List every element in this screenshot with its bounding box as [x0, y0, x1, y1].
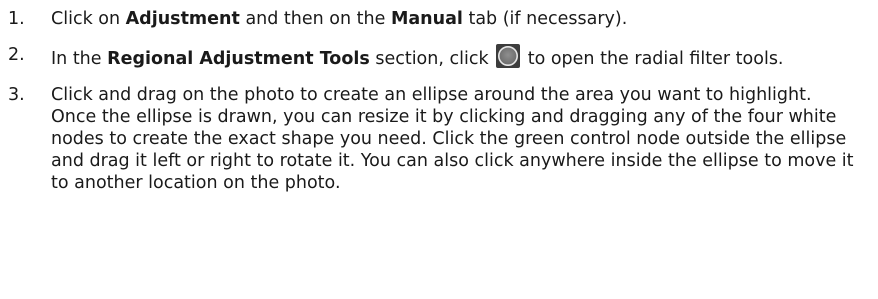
- step-text-segment: and then on the: [239, 9, 391, 29]
- radial-filter-icon: [496, 44, 521, 68]
- step-number: 3.: [8, 85, 25, 105]
- step-text-segment: to open the radial filter tools.: [522, 49, 784, 69]
- step-1: 1. Click on Adjustment and then on the M…: [0, 8, 878, 30]
- step-3: 3. Click and drag on the photo to create…: [0, 84, 878, 194]
- instructions-document: 1. Click on Adjustment and then on the M…: [0, 0, 878, 299]
- step-text-segment: tab (if necessary).: [462, 9, 628, 29]
- ui-term-manual: Manual: [390, 9, 463, 29]
- step-text: Click and drag on the photo to create an…: [51, 85, 854, 193]
- step-text-segment: section, click: [369, 49, 495, 69]
- ui-term-adjustment: Adjustment: [125, 9, 240, 29]
- step-text-segment: In the: [51, 49, 108, 69]
- step-number: 2.: [8, 45, 25, 65]
- step-text: Click on Adjustment and then on the Manu…: [51, 8, 878, 30]
- step-2: 2. In the Regional Adjustment Tools sect…: [0, 44, 878, 70]
- ui-term-regional-adjustment-tools: Regional Adjustment Tools: [107, 49, 370, 69]
- step-number: 1.: [8, 9, 25, 29]
- step-text-segment: Click on: [51, 9, 126, 29]
- step-text: In the Regional Adjustment Tools section…: [51, 44, 878, 70]
